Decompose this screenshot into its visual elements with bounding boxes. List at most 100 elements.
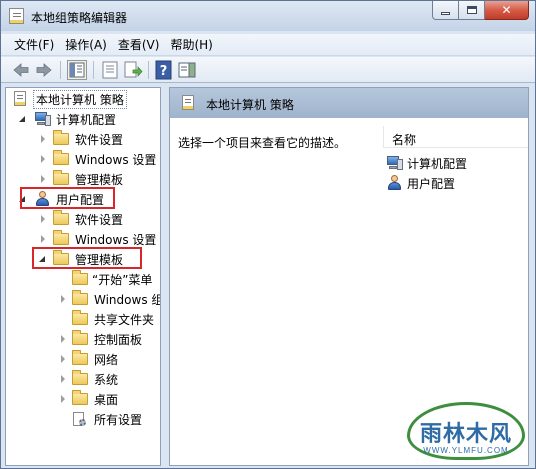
- tree-item-start-menu[interactable]: “开始”菜单: [6, 270, 160, 288]
- window-title: 本地组策略编辑器: [31, 11, 128, 25]
- tree-item-label: 所有设置: [94, 413, 143, 427]
- column-header-label: 名称: [392, 133, 417, 147]
- svg-text:?: ?: [160, 64, 168, 79]
- tree-item-label: 软件设置: [75, 213, 124, 227]
- list-item-computer-config[interactable]: 计算机配置: [387, 154, 527, 172]
- export-list-icon[interactable]: [123, 60, 143, 80]
- group-policy-editor-window: 本地组策略编辑器 ✕ 文件(F) 操作(A) 查看(V) 帮助(H) ? 本地计…: [0, 0, 536, 469]
- tree-item-all-settings[interactable]: 所有设置: [6, 410, 160, 428]
- tree-item-user-software-settings[interactable]: 软件设置: [6, 210, 160, 228]
- back-icon[interactable]: [11, 60, 31, 80]
- description-text: 选择一个项目来查看它的描述。: [178, 136, 347, 150]
- menu-action[interactable]: 操作(A): [65, 36, 107, 53]
- menu-view[interactable]: 查看(V): [118, 36, 160, 53]
- column-header-name[interactable]: 名称: [383, 126, 528, 148]
- collapsed-arrow-icon[interactable]: [61, 395, 65, 403]
- folder-icon: [53, 150, 69, 165]
- tree-item-label: Windows 设置: [75, 233, 157, 247]
- menu-bar: 文件(F) 操作(A) 查看(V) 帮助(H): [1, 34, 535, 56]
- highlight-box-admin-templates: [32, 247, 142, 269]
- tree-item-label: 软件设置: [75, 133, 124, 147]
- folder-icon: [72, 290, 88, 305]
- show-hide-action-pane-icon[interactable]: [177, 60, 197, 80]
- tree-item-label: “开始”菜单: [92, 273, 153, 287]
- tree-item-computer-software-settings[interactable]: 软件设置: [6, 130, 160, 148]
- folder-icon: [53, 210, 69, 225]
- all-settings-icon: [73, 412, 87, 427]
- folder-icon: [72, 350, 88, 365]
- tree-item-label: 桌面: [94, 393, 119, 407]
- collapsed-arrow-icon[interactable]: [61, 295, 65, 303]
- expanded-arrow-icon[interactable]: [19, 116, 25, 122]
- watermark-url: WWW.YLMFU.COM: [423, 446, 509, 455]
- folder-icon: [53, 170, 69, 185]
- tree-item-label: 管理模板: [75, 173, 124, 187]
- folder-icon: [72, 390, 88, 405]
- list-item-label: 计算机配置: [407, 157, 468, 171]
- tree-item-label: 网络: [94, 353, 119, 367]
- show-hide-tree-icon[interactable]: [67, 60, 87, 80]
- toolbar-separator: [93, 61, 94, 79]
- details-header-title: 本地计算机 策略: [206, 98, 294, 112]
- collapsed-arrow-icon[interactable]: [41, 155, 45, 163]
- folder-icon: [53, 230, 69, 245]
- list-item-user-config[interactable]: 用户配置: [387, 174, 527, 192]
- tree-item-label: 计算机配置: [56, 113, 117, 127]
- toolbar-separator: [60, 61, 61, 79]
- minimize-button[interactable]: [432, 1, 459, 20]
- tree-item-local-computer-policy[interactable]: 本地计算机 策略: [6, 90, 160, 109]
- tree-item-label: 系统: [94, 373, 119, 387]
- tree-item-computer-config[interactable]: 计算机配置: [6, 110, 160, 128]
- user-icon: [387, 175, 403, 191]
- list-item-label: 用户配置: [407, 177, 456, 191]
- app-icon: [9, 8, 24, 24]
- tree-item-label: 控制面板: [94, 333, 143, 347]
- tree-item-label: 本地计算机 策略: [33, 90, 127, 109]
- minimize-icon: [441, 11, 450, 15]
- collapsed-arrow-icon[interactable]: [61, 355, 65, 363]
- close-icon: ✕: [501, 3, 512, 17]
- tree-item-computer-admin-templates[interactable]: 管理模板: [6, 170, 160, 188]
- folder-icon: [72, 330, 88, 345]
- collapsed-arrow-icon[interactable]: [41, 135, 45, 143]
- help-icon[interactable]: ?: [154, 60, 174, 80]
- title-bar[interactable]: 本地组策略编辑器 ✕: [1, 1, 535, 31]
- collapsed-arrow-icon[interactable]: [41, 215, 45, 223]
- toolbar-separator: [148, 61, 149, 79]
- watermark-text: 雨林木风: [419, 421, 512, 447]
- tree-item-user-windows-settings[interactable]: Windows 设置: [6, 230, 160, 248]
- collapsed-arrow-icon[interactable]: [41, 175, 45, 183]
- maximize-icon: [466, 6, 477, 14]
- menu-help[interactable]: 帮助(H): [170, 36, 212, 53]
- tree-item-network[interactable]: 网络: [6, 350, 160, 368]
- collapsed-arrow-icon[interactable]: [41, 235, 45, 243]
- tree-item-label: Windows 设置: [75, 153, 157, 167]
- toolbar: ?: [1, 57, 535, 83]
- forward-icon[interactable]: [34, 60, 54, 80]
- collapsed-arrow-icon[interactable]: [61, 375, 65, 383]
- folder-icon: [72, 370, 88, 385]
- menu-file[interactable]: 文件(F): [14, 36, 54, 53]
- collapsed-arrow-icon[interactable]: [61, 335, 65, 343]
- tree-item-desktop[interactable]: 桌面: [6, 390, 160, 408]
- policy-document-icon: [14, 91, 26, 106]
- folder-icon: [72, 310, 88, 325]
- details-header: 本地计算机 策略: [170, 88, 528, 118]
- console-tree-pane[interactable]: 本地计算机 策略 计算机配置 软件设置 Windows 设置 管理模板 用户配置: [5, 87, 161, 466]
- tree-item-system[interactable]: 系统: [6, 370, 160, 388]
- folder-icon: [53, 130, 69, 145]
- close-button[interactable]: ✕: [485, 1, 529, 20]
- folder-icon: [72, 270, 88, 285]
- tree-item-label: Windows 组件: [94, 293, 160, 307]
- computer-icon: [35, 112, 51, 126]
- tree-item-shared-folders[interactable]: 共享文件夹: [6, 310, 160, 328]
- watermark-logo: 雨林木风 WWW.YLMFU.COM: [401, 400, 531, 464]
- tree-item-control-panel[interactable]: 控制面板: [6, 330, 160, 348]
- maximize-button[interactable]: [459, 1, 485, 20]
- computer-icon: [387, 156, 403, 170]
- policy-document-icon: [182, 95, 194, 110]
- caption-buttons: ✕: [432, 1, 529, 21]
- properties-icon[interactable]: [100, 60, 120, 80]
- tree-item-windows-components[interactable]: Windows 组件: [6, 290, 160, 308]
- tree-item-computer-windows-settings[interactable]: Windows 设置: [6, 150, 160, 168]
